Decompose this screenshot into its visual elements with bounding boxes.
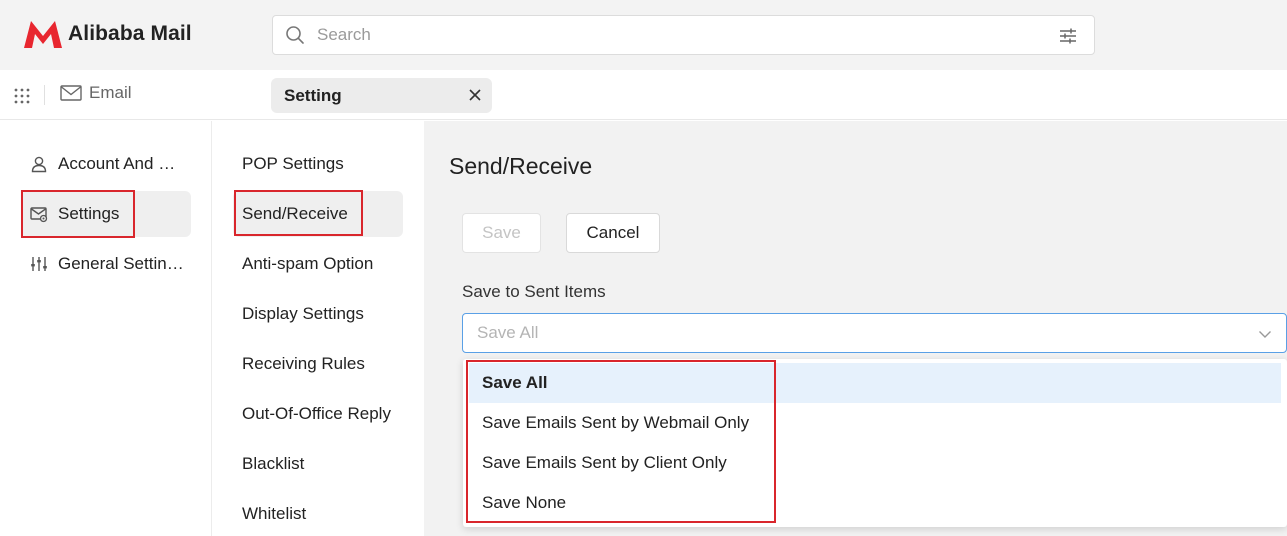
- sidebar-item-label: Settings: [58, 204, 120, 223]
- subnav-item-label: Whitelist: [242, 504, 307, 523]
- option-save-all[interactable]: Save All: [469, 363, 1281, 403]
- sidebar-item-label: Account And Security: [58, 154, 184, 173]
- subnav-item-receiving-rules[interactable]: Receiving Rules: [233, 341, 403, 387]
- subnav-item-out-of-office[interactable]: Out-Of-Office Reply: [233, 391, 403, 437]
- tab-bar: Email Setting: [0, 70, 1287, 120]
- settings-subnav: POP Settings Send/Receive Anti-spam Opti…: [212, 121, 424, 536]
- select-value: Save All: [477, 323, 539, 342]
- option-label: Save Emails Sent by Webmail Only: [482, 413, 750, 432]
- cancel-button[interactable]: Cancel: [566, 213, 660, 253]
- page-title: Send/Receive: [449, 153, 593, 179]
- subnav-item-label: POP Settings: [242, 154, 344, 173]
- option-label: Save All: [482, 373, 548, 392]
- subnav-item-label: Display Settings: [242, 304, 364, 323]
- subnav-item-label: Receiving Rules: [242, 354, 365, 373]
- close-icon[interactable]: [468, 88, 482, 102]
- option-label: Save Emails Sent by Client Only: [482, 453, 727, 472]
- subnav-item-label: Blacklist: [242, 454, 305, 473]
- top-bar: Alibaba Mail: [0, 0, 1287, 70]
- save-button[interactable]: Save: [462, 213, 541, 253]
- search-input[interactable]: [317, 25, 1037, 45]
- app-name: Alibaba Mail: [68, 22, 192, 45]
- app-logo[interactable]: Alibaba Mail: [22, 18, 192, 50]
- option-save-webmail-only[interactable]: Save Emails Sent by Webmail Only: [469, 403, 1281, 443]
- sidebar-item-settings[interactable]: Settings: [21, 191, 191, 237]
- mail-icon: [60, 85, 82, 101]
- subnav-item-display-settings[interactable]: Display Settings: [233, 291, 403, 337]
- tab-setting-label: Setting: [284, 85, 342, 105]
- sidebar-item-account-security[interactable]: Account And Security: [21, 141, 191, 187]
- option-label: Save None: [482, 493, 567, 512]
- subnav-item-label: Out-Of-Office Reply: [242, 404, 391, 423]
- sliders-icon: [31, 257, 47, 271]
- select-dropdown: Save All Save Emails Sent by Webmail Onl…: [463, 359, 1287, 527]
- subnav-item-pop-settings[interactable]: POP Settings: [233, 141, 403, 187]
- settings-sidebar: Account And Security Settings General Se…: [0, 121, 212, 536]
- mail-settings-icon: [30, 207, 48, 223]
- subnav-item-send-receive[interactable]: Send/Receive: [233, 191, 403, 237]
- subnav-item-anti-spam[interactable]: Anti-spam Option: [233, 241, 403, 287]
- sidebar-item-general-settings[interactable]: General Settings: [21, 241, 191, 287]
- user-icon: [31, 156, 47, 173]
- subnav-item-whitelist[interactable]: Whitelist: [233, 491, 403, 536]
- subnav-item-blacklist[interactable]: Blacklist: [233, 441, 403, 487]
- option-save-none[interactable]: Save None: [469, 483, 1281, 523]
- tab-divider: [44, 85, 45, 105]
- filter-sliders-icon[interactable]: [1058, 26, 1078, 46]
- save-to-sent-items-label: Save to Sent Items: [462, 282, 606, 301]
- settings-content: Send/Receive Save Cancel Save to Sent It…: [424, 121, 1287, 536]
- search-icon: [286, 26, 304, 44]
- subnav-item-label: Anti-spam Option: [242, 254, 374, 273]
- alibaba-mail-logo-icon: [24, 21, 62, 48]
- tab-email-label: Email: [89, 83, 132, 102]
- search-bar[interactable]: [272, 15, 1095, 55]
- tab-setting[interactable]: Setting: [271, 78, 492, 113]
- sidebar-item-label: General Settings: [58, 254, 184, 273]
- save-to-sent-items-select[interactable]: Save All: [462, 313, 1287, 353]
- apps-grid-icon[interactable]: [13, 87, 31, 105]
- option-save-client-only[interactable]: Save Emails Sent by Client Only: [469, 443, 1281, 483]
- chevron-down-icon: [1259, 331, 1271, 338]
- tab-email[interactable]: Email: [60, 83, 132, 103]
- subnav-item-label: Send/Receive: [242, 204, 348, 223]
